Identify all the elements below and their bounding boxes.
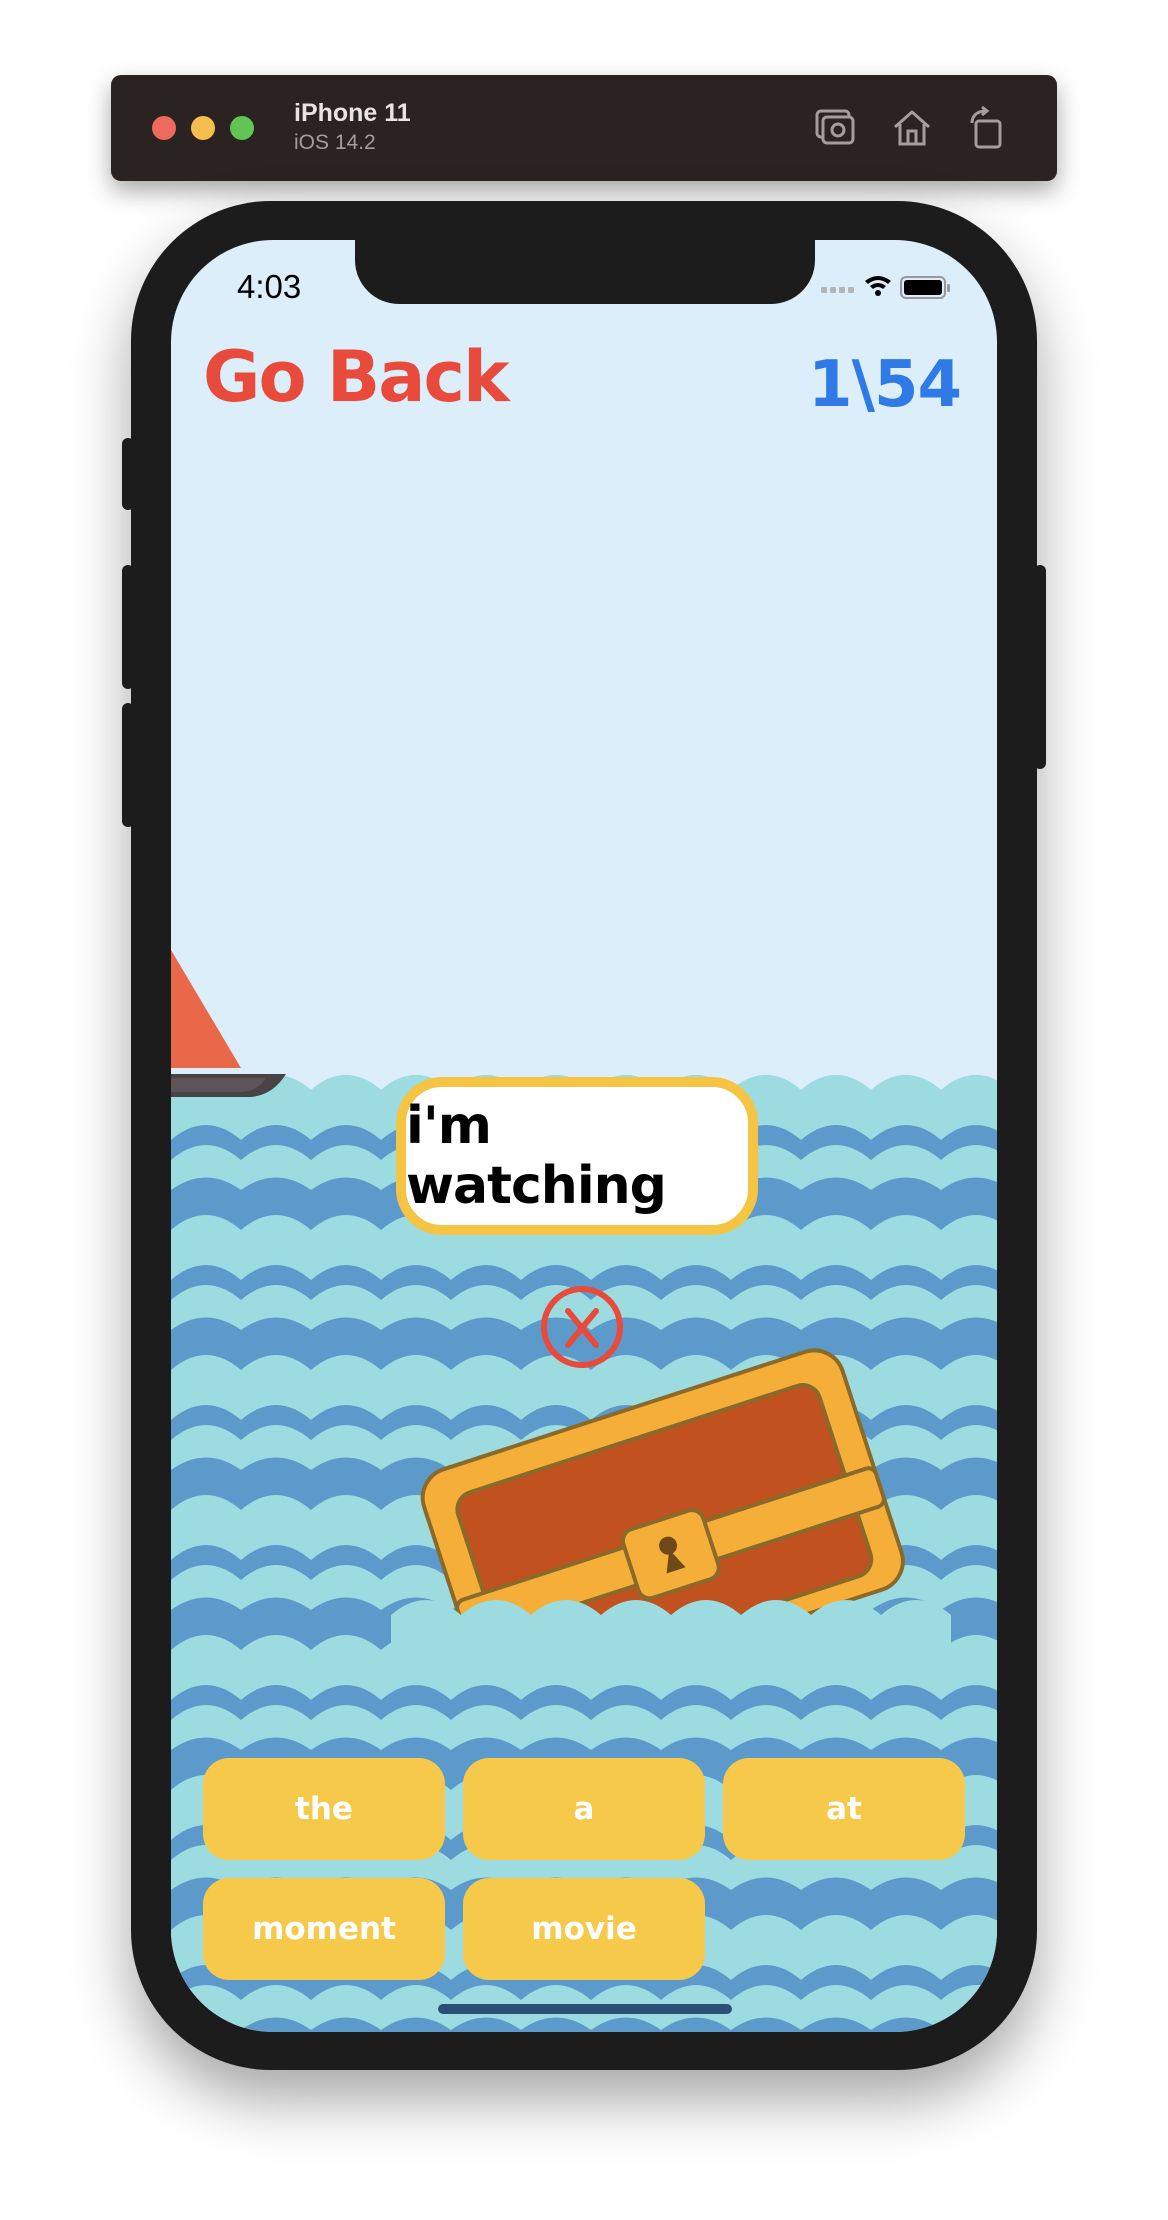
window-minimize-button[interactable] <box>191 116 215 140</box>
volume-down-button <box>122 703 134 827</box>
word-button-the[interactable]: the <box>203 1758 445 1860</box>
word-button-movie[interactable]: movie <box>463 1878 705 1980</box>
status-time: 4:03 <box>237 268 302 305</box>
device-os-version: iOS 14.2 <box>294 131 376 154</box>
sentence-card: i'm watching <box>396 1077 758 1235</box>
screenshot-icon[interactable] <box>811 105 857 151</box>
word-button-a[interactable]: a <box>463 1758 705 1860</box>
battery-icon <box>900 276 950 299</box>
go-back-button[interactable]: Go Back <box>203 336 510 418</box>
mute-switch <box>122 438 134 510</box>
volume-up-button <box>122 565 134 689</box>
sailboat-icon <box>171 950 286 1097</box>
word-button-at[interactable]: at <box>723 1758 965 1860</box>
word-button-moment[interactable]: moment <box>203 1878 445 1980</box>
device-name: iPhone 11 <box>294 99 411 127</box>
window-close-button[interactable] <box>152 116 176 140</box>
wifi-icon <box>865 276 891 296</box>
phone-screen: 4:03 Go Back 1\54 i'm watching the a at … <box>171 240 997 2032</box>
window-zoom-button[interactable] <box>230 116 254 140</box>
notch <box>355 240 815 304</box>
simulator-toolbar: iPhone 11 iOS 14.2 <box>111 75 1057 181</box>
home-indicator[interactable] <box>438 2004 732 2014</box>
status-icons <box>821 276 950 299</box>
sentence-text: i'm watching <box>406 1096 667 1216</box>
signal-icon <box>821 287 854 293</box>
power-button <box>1034 565 1046 769</box>
home-icon[interactable] <box>889 105 935 151</box>
treasure-chest-icon <box>391 1348 951 1670</box>
progress-counter: 1\54 <box>808 348 962 422</box>
wrong-answer-x-icon <box>541 1286 623 1368</box>
rotate-icon[interactable] <box>964 105 1010 151</box>
